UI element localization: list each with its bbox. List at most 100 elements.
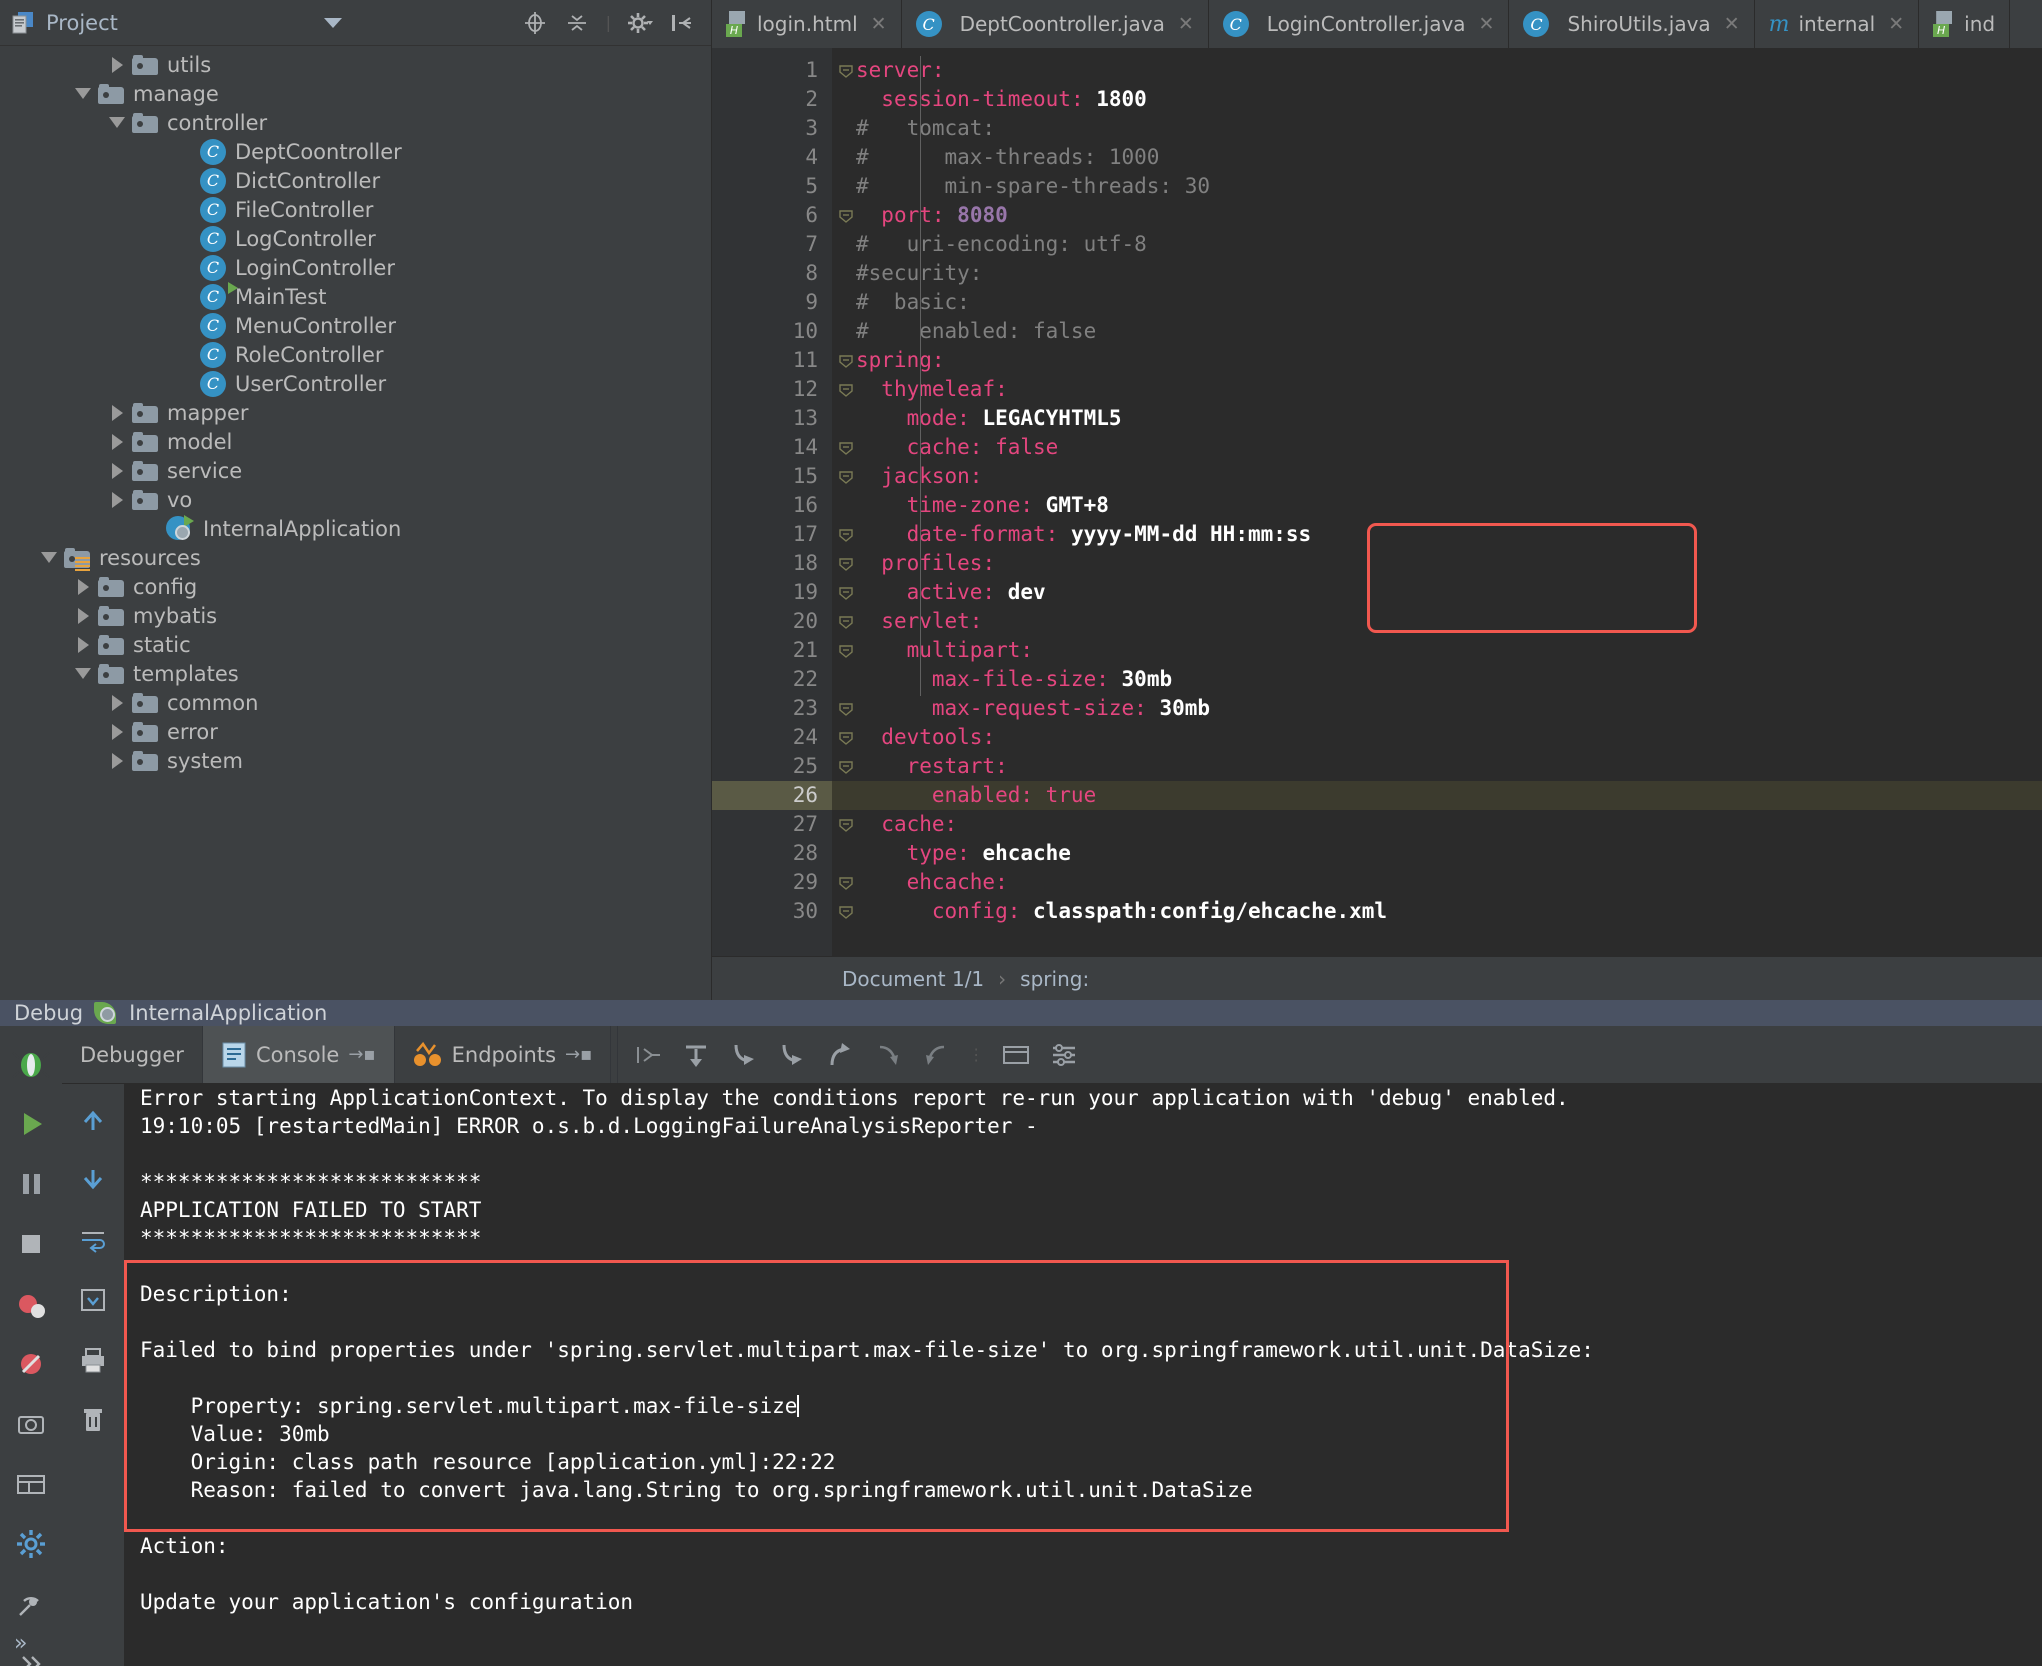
line-number[interactable]: 4 xyxy=(712,143,832,172)
pin-tab-icon[interactable]: →▪ xyxy=(565,1044,592,1065)
tree-item-controller[interactable]: controller xyxy=(0,108,711,137)
scroll-down-icon[interactable] xyxy=(64,1150,122,1210)
stop-program-icon[interactable] xyxy=(2,1214,60,1274)
editor-tab-bar[interactable]: Hlogin.html✕CDeptCoontroller.java✕CLogin… xyxy=(712,0,2042,48)
code-line[interactable]: server: xyxy=(832,56,2042,85)
chevron-right-icon[interactable] xyxy=(102,695,132,711)
code-line[interactable]: time-zone: GMT+8 xyxy=(832,491,2042,520)
chevron-down-icon[interactable] xyxy=(324,18,342,28)
project-tree[interactable]: utilsmanagecontrollerCDeptCoontrollerCDi… xyxy=(0,46,711,1000)
editor-tab-logincontroller-java[interactable]: CLoginController.java✕ xyxy=(1209,0,1510,48)
chevron-right-icon[interactable] xyxy=(68,579,98,595)
code-line[interactable]: jackson: xyxy=(832,462,2042,491)
tree-item-deptcoontroller[interactable]: CDeptCoontroller xyxy=(0,137,711,166)
expand-toolwindow-icon[interactable]: » xyxy=(14,1631,27,1656)
tree-item-mapper[interactable]: mapper xyxy=(0,398,711,427)
chevron-right-icon[interactable] xyxy=(102,492,132,508)
debug-tab-debugger[interactable]: Debugger xyxy=(62,1026,203,1083)
line-number[interactable]: 12 xyxy=(712,375,832,404)
pin-tab-icon[interactable]: →▪ xyxy=(348,1044,375,1065)
console-side-toolbar[interactable] xyxy=(62,1084,124,1666)
code-line[interactable]: # basic: xyxy=(832,288,2042,317)
step-over-icon[interactable] xyxy=(680,1039,712,1071)
close-icon[interactable]: ✕ xyxy=(1724,13,1740,35)
code-line[interactable]: #security: xyxy=(832,259,2042,288)
line-number[interactable]: 26 xyxy=(712,781,832,810)
save-to-file-icon[interactable] xyxy=(64,1270,122,1330)
tree-item-rolecontroller[interactable]: CRoleController xyxy=(0,340,711,369)
chevron-right-icon[interactable] xyxy=(102,57,132,73)
line-number[interactable]: 30 xyxy=(712,897,832,926)
code-line[interactable]: enabled: true xyxy=(832,781,2042,810)
chevron-right-icon[interactable] xyxy=(102,753,132,769)
line-number[interactable]: 13 xyxy=(712,404,832,433)
chevron-down-icon[interactable] xyxy=(34,552,64,563)
breadcrumb-document[interactable]: Document 1/1 xyxy=(842,967,984,991)
scroll-up-icon[interactable] xyxy=(64,1090,122,1150)
chevron-right-icon[interactable] xyxy=(102,724,132,740)
tree-item-menucontroller[interactable]: CMenuController xyxy=(0,311,711,340)
debug-stepping-toolbar[interactable]: ⋮ xyxy=(617,1026,1094,1083)
line-number[interactable]: 8 xyxy=(712,259,832,288)
tree-item-common[interactable]: common xyxy=(0,688,711,717)
code-line[interactable]: # enabled: false xyxy=(832,317,2042,346)
line-number[interactable]: 10 xyxy=(712,317,832,346)
line-number[interactable]: 22 xyxy=(712,665,832,694)
code-line[interactable]: restart: xyxy=(832,752,2042,781)
chevron-right-icon[interactable] xyxy=(102,405,132,421)
camera-icon[interactable] xyxy=(2,1394,60,1454)
close-icon[interactable]: ✕ xyxy=(1178,13,1194,35)
line-number[interactable]: 1 xyxy=(712,56,832,85)
debug-tab-strip[interactable]: DebuggerConsole→▪Endpoints→▪⋮ xyxy=(62,1026,2042,1084)
tree-item-filecontroller[interactable]: CFileController xyxy=(0,195,711,224)
close-icon[interactable]: ✕ xyxy=(871,13,887,35)
line-number[interactable]: 14 xyxy=(712,433,832,462)
tree-item-logcontroller[interactable]: CLogController xyxy=(0,224,711,253)
code-editor[interactable]: 1234567891011121314151617181920212223242… xyxy=(712,48,2042,956)
chevron-right-icon[interactable] xyxy=(68,608,98,624)
layout-icon[interactable] xyxy=(2,1454,60,1514)
line-number[interactable]: 16 xyxy=(712,491,832,520)
expand-chevrons-icon[interactable] xyxy=(2,1634,60,1666)
code-line[interactable]: # uri-encoding: utf-8 xyxy=(832,230,2042,259)
editor-tab-ind[interactable]: Hind xyxy=(1919,0,2010,48)
tree-item-logincontroller[interactable]: CLoginController xyxy=(0,253,711,282)
chevron-right-icon[interactable] xyxy=(102,463,132,479)
tree-item-vo[interactable]: vo xyxy=(0,485,711,514)
line-number[interactable]: 17 xyxy=(712,520,832,549)
editor-tab-login-html[interactable]: Hlogin.html✕ xyxy=(712,0,902,48)
tree-item-error[interactable]: error xyxy=(0,717,711,746)
show-execution-point-icon[interactable] xyxy=(632,1039,664,1071)
satellite-icon[interactable] xyxy=(2,1574,60,1634)
line-number[interactable]: 29 xyxy=(712,868,832,897)
tree-item-model[interactable]: model xyxy=(0,427,711,456)
mute-breakpoints-icon[interactable] xyxy=(2,1334,60,1394)
locate-icon[interactable] xyxy=(522,10,548,36)
editor-tab-shiroutils-java[interactable]: CShiroUtils.java✕ xyxy=(1509,0,1754,48)
line-number[interactable]: 6 xyxy=(712,201,832,230)
code-line[interactable]: port: 8080 xyxy=(832,201,2042,230)
code-line[interactable]: max-file-size: 30mb xyxy=(832,665,2042,694)
collapse-all-icon[interactable] xyxy=(564,10,590,36)
code-line[interactable]: cache: false xyxy=(832,433,2042,462)
tree-item-internalapplication[interactable]: InternalApplication xyxy=(0,514,711,543)
line-number[interactable]: 5 xyxy=(712,172,832,201)
debug-tab-endpoints[interactable]: Endpoints→▪ xyxy=(395,1026,612,1083)
line-number[interactable]: 18 xyxy=(712,549,832,578)
chevron-down-icon[interactable] xyxy=(68,668,98,679)
code-line[interactable]: config: classpath:config/ehcache.xml xyxy=(832,897,2042,926)
tree-item-manage[interactable]: manage xyxy=(0,79,711,108)
line-number[interactable]: 24 xyxy=(712,723,832,752)
code-line[interactable]: spring: xyxy=(832,346,2042,375)
code-line[interactable]: type: ehcache xyxy=(832,839,2042,868)
code-line[interactable]: devtools: xyxy=(832,723,2042,752)
force-step-into-icon[interactable] xyxy=(776,1039,808,1071)
debug-bug-icon[interactable] xyxy=(2,1034,60,1094)
line-number[interactable]: 27 xyxy=(712,810,832,839)
line-number[interactable]: 20 xyxy=(712,607,832,636)
line-number[interactable]: 25 xyxy=(712,752,832,781)
tree-item-maintest[interactable]: CMainTest xyxy=(0,282,711,311)
tree-item-resources[interactable]: resources xyxy=(0,543,711,572)
tree-item-mybatis[interactable]: mybatis xyxy=(0,601,711,630)
breadcrumb-node[interactable]: spring: xyxy=(1020,967,1089,991)
